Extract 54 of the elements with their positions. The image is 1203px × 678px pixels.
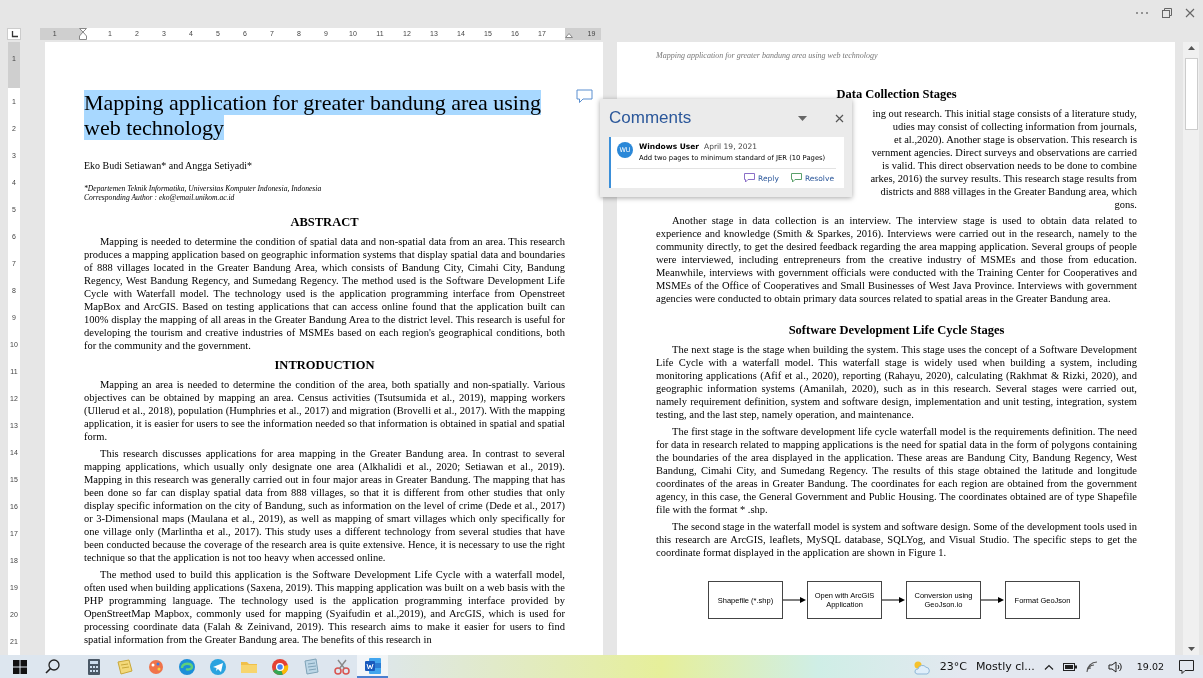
close-icon[interactable] <box>1185 8 1195 18</box>
author-line: Eko Budi Setiawan* and Angga Setiyadi* <box>84 160 254 172</box>
scrollbar[interactable] <box>1183 42 1199 655</box>
paragraph: The next stage is the stage when building the system. This stage uses the concept of a Software Development Life Cycle with a waterfall model. This waterfall stage is widely used when building a system, including monitoring applications (Afif et al., 2020), reporting (Rahayu, 2020), calculating (Rakhmat & Rizki, 2020), and geographic information systems (Amanilah, 2020), such as in this research. Several stages were carried out, namely requirement definition, system and software design, implementation and unit testing, integration, system testing, and the last step, namely operation, and maintenance. <box>656 343 1137 421</box>
notification-icon[interactable] <box>1179 659 1194 674</box>
text-line: et al.,2020). Another stage is observation. This research is <box>894 133 1137 146</box>
paragraph: Another stage in data collection is an interview. The interview stage is used to obtain data related to experience and knowledge (Smith & Sparkes, 2016). Interviews were carried out in the research, namely to the community directly, to get the desired feedback regarding the area mapping application. Several groups of people were interviewed, including entrepreneurs from the creative industry of MSMEs and those from education. Meanwhile, interviews with government officials were conducted with the Training Center for Cooperatives and MSMEs of the Office of Cooperatives and Small Businesses of West Java Province. Interviews with government agencies were conducted to obtain primary data sources related to spatial areas in the Greater Bandung area. <box>656 214 1137 305</box>
temperature[interactable]: 23°C <box>939 660 967 673</box>
restore-icon[interactable] <box>1162 8 1172 18</box>
text-line: gons. <box>1114 198 1137 211</box>
speech-bubble-icon <box>790 173 802 183</box>
pane-title: Comments <box>609 108 693 128</box>
chevron-up-icon[interactable] <box>1043 663 1054 670</box>
paragraph: The second stage in the waterfall model is system and software design. Some of the development tools used in this research are ArcGIS, leaflets, MySQL database, SQLYog, and Visual Studio. The specific steps to get the coordinate format displayed in the application are shown in Figure 1. <box>656 520 1137 559</box>
text-line: districts and 888 villages in the Greater Bandung area, which <box>880 185 1137 198</box>
tab-stop-icon <box>10 30 18 38</box>
text-line: ing out research. This initial stage consists of a literature study, <box>872 107 1137 120</box>
paragraph: The first stage in the software development life cycle waterfall model is the requirements definition. The need for data in research related to mapping applications is the need for spatial data in the form of polygons containing the boundaries of the area displayed in the application. These areas are Bandung City, Bandung Regency, West Bandung, Cimahi City, and Sumedang Regency. The results of this stage obtained the latitude and longitude coordinates of the areas in Greater Bandung. The coordinates for each region are obtained from the government agency, in this case, the General Government and Public Housing. The coordinates obtained are of type Shapefile file with the format * .shp. <box>656 425 1137 516</box>
flow-arrow <box>882 596 906 604</box>
section-heading: Data Collection Stages <box>835 87 958 102</box>
scrollbar-thumb[interactable] <box>1184 58 1198 130</box>
speech-bubble-icon <box>744 173 756 183</box>
paragraph: The method used to build this application is the Software Development Life Cycle with a waterfall model, often used when building applications (Saxena, 2019). This mapping application was built on a web basis with the PHP programming language. The technology used is the application programming interface provided by OpenStreetMap Mapbox, commonly used for mapping (Syaifudin et al.,2019), and ArcGIS, which is used for processing coordinate data (Falah & Zeinivand, 2019). This research aims to make it easier for users to find spatial information from the Greater Bandung area. The benefits of this research in <box>84 568 565 646</box>
indent-marker-icon[interactable] <box>79 28 87 40</box>
flow-arrow <box>981 596 1005 604</box>
section-heading: Software Development Life Cycle Stages <box>787 323 1006 338</box>
running-header: Mapping application for greater bandung area using web technology <box>656 51 879 61</box>
weather-summary[interactable]: Mostly cl... <box>975 660 1035 673</box>
text-line: udies may consist of collecting information from journals, <box>892 120 1137 133</box>
down-arrow-icon[interactable] <box>1187 647 1195 651</box>
comment-icon[interactable] <box>576 89 593 104</box>
more-icon[interactable] <box>1135 11 1149 15</box>
dropdown-icon[interactable] <box>798 115 807 121</box>
windows-logo-icon[interactable] <box>13 659 27 674</box>
section-heading: INTRODUCTION <box>273 358 376 373</box>
paragraph: Mapping is needed to determine the condition of spatial data and non-spatial data from an area. This research produces a mapping application based on geographic information systems that display spatial data and boundaries of 888 villages located in the Greater Bandung Area, which consists of Bandung City, Cimahi City, Bandung Regency, West Bandung Regency, and Sumedang Regency. The method used is the Software Development Life Cycle with Waterfall model. The technology used is the application programming interface from Openstreet MapBox and ArcGIS. Based on testing applications that can access online found that the application built can 100% display the mapping of all areas in the Greater Bandung Area to the district level. This research is useful for developing the tourism and creative industries of MSMEs based on each region's geographical conditions, both for the community and the government. <box>84 235 565 352</box>
paragraph: This research discusses applications for area mapping in the Greater Bandung area. In contrast to several mapping applications, which usually only designate one area (Alkhalidi et al., 2020; Setiawan et al., 2019). Mapping in this research was generally carried out in four major areas in Greater Bandung. The mapping that has been done so far can display spatial data from 888 villages, so that it is different from other studies that only display specific information on the city of Bandung, such as information on the level of crime (Dede et al., 2017) or 3-Dimensional maps (Maulana et al., 2019), as well as mapping of smart villages which only specifically for one village only (Marlintha et al., 2017). This study uses a different technology from several studies that have been conducted because the coverage of the research area is quite extensive. Hence, it is necessary to use the right technique so that the application is not too heavy when accessed online. <box>84 447 565 564</box>
paragraph: Mapping an area is needed to determine the condition of the area, both spatially and non-spatially. Various objectives can be obtained by mapping an area. Census activities (Tsutsumida et al., 2019), mapping workers (Ullerud et al., 2018), population (Humphries et al., 2017) and migration (Brovelli et al., 2017). With the mapping application, it is easier for users to see the information needed so that information is obtained in spatial and spatial form. <box>84 378 565 443</box>
wifi-icon[interactable] <box>1085 660 1099 673</box>
search-icon[interactable] <box>45 659 60 674</box>
text-line: arkes, 2016) the survey results. This research stage results from <box>870 172 1137 185</box>
section-heading: ABSTRACT <box>289 215 360 230</box>
text-line: is valid. This direct observation needs to be done to combine <box>882 159 1137 172</box>
flow-arrow <box>783 596 807 604</box>
indent-marker-icon[interactable] <box>565 30 573 38</box>
clock[interactable]: 19.02 <box>1136 661 1164 672</box>
speaker-icon[interactable] <box>1107 660 1122 673</box>
close-icon[interactable] <box>835 113 844 123</box>
up-arrow-icon[interactable] <box>1187 46 1195 50</box>
document-title: Mapping application for greater bandung area using web technology <box>84 90 542 140</box>
text-line: vernment agencies. Direct surveys and observations are carried <box>871 146 1137 159</box>
tab-selector[interactable] <box>7 28 21 40</box>
battery-icon[interactable] <box>1062 662 1077 671</box>
document-icon[interactable] <box>357 655 388 678</box>
